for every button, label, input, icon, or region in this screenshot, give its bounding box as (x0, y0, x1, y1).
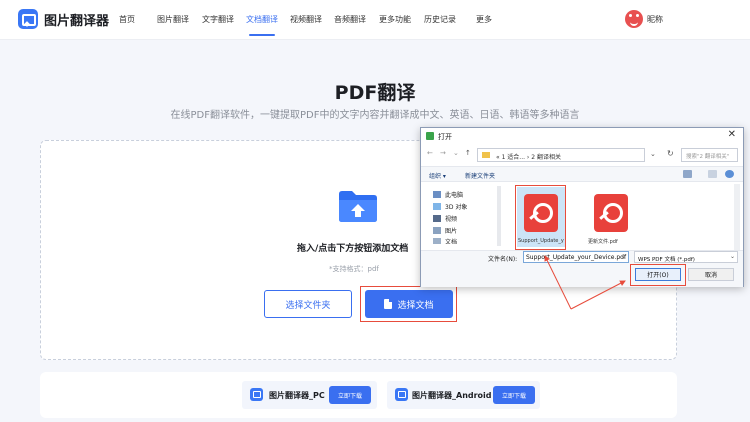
nav-item-doc-translate[interactable]: 文档翻译 (246, 14, 278, 25)
document-icon (433, 238, 441, 244)
view-options-icon[interactable] (683, 170, 692, 178)
nav-item-text-translate[interactable]: 文字翻译 (202, 14, 234, 25)
address-path: « 1 适合... › 2 翻译相关 (496, 154, 561, 161)
download-pc-button[interactable]: 立即下载 (329, 386, 371, 404)
page-title: PDF翻译 (334, 82, 416, 104)
sidebar-item-this-pc[interactable]: 此电脑 (433, 190, 463, 199)
address-bar[interactable]: « 1 适合... › 2 翻译相关 (477, 148, 645, 162)
address-row: ← → ⌄ ↑ « 1 适合... › 2 翻译相关 ⌄ ↻ 搜索"2 翻译相关… (421, 146, 743, 164)
filetype-dropdown-icon[interactable]: ⌄ (730, 253, 735, 260)
filename-dropdown-icon[interactable]: ⌄ (621, 253, 626, 260)
file-name-label[interactable]: 更新文件.pdf (588, 238, 634, 245)
dialog-titlebar[interactable]: 打开 ✕ (421, 128, 743, 145)
nav-item-more-features[interactable]: 更多功能 (379, 14, 411, 25)
download-app-name: 图片翻译器_PC (269, 391, 325, 400)
close-icon[interactable]: ✕ (728, 129, 736, 140)
format-hint: *支持格式：pdf (329, 265, 379, 273)
dialog-title: 打开 (438, 133, 452, 141)
dialog-app-icon (426, 132, 434, 140)
highlight-open-button (630, 264, 686, 286)
nav-item-history[interactable]: 历史记录 (424, 14, 456, 25)
active-tab-indicator (249, 34, 275, 36)
download-card-pc: 图片翻译器_PC 立即下载 (242, 381, 377, 409)
chevron-down-icon[interactable]: ⌄ (453, 149, 459, 157)
sidebar-item-label: 文档 (445, 238, 458, 245)
navigation-pane: 此电脑 3D 对象 视频 图片 文档 (429, 186, 503, 248)
video-icon (433, 215, 441, 222)
filetype-select[interactable]: WPS PDF 文档 (*.pdf) (634, 251, 738, 263)
folder-icon (482, 152, 490, 158)
filename-input[interactable]: Support_Update_your_Device.pdf (523, 251, 629, 263)
folder-upload-icon (339, 191, 377, 222)
filename-label: 文件名(N): (488, 256, 518, 263)
navigation-scrollbar[interactable] (497, 186, 501, 246)
pdf-file-icon[interactable] (594, 194, 628, 232)
logo-text: 图片翻译器 (44, 13, 110, 29)
file-open-dialog: 打开 ✕ ← → ⌄ ↑ « 1 适合... › 2 翻译相关 ⌄ ↻ 搜索"2… (420, 127, 744, 287)
new-folder-button[interactable]: 新建文件夹 (465, 171, 495, 180)
nav-item-home[interactable]: 首页 (119, 14, 135, 25)
picture-icon (433, 227, 441, 234)
page-subtitle: 在线PDF翻译软件，一键提取PDF中的文字内容并翻译成中文、英语、日语、韩语等多… (170, 110, 580, 121)
download-card-android: 图片翻译器_Android 立即下载 (387, 381, 540, 409)
sidebar-item-videos[interactable]: 视频 (433, 214, 457, 223)
back-arrow-icon[interactable]: ← (427, 149, 433, 157)
avatar[interactable] (625, 10, 643, 28)
organize-menu[interactable]: 组织 ▾ (429, 171, 446, 180)
sidebar-item-pictures[interactable]: 图片 (433, 226, 457, 235)
nav-item-audio-translate[interactable]: 音频翻译 (334, 14, 366, 25)
app-logo-icon (250, 388, 263, 401)
help-icon[interactable] (725, 170, 734, 178)
top-nav: 图片翻译器 首页 图片翻译 文字翻译 文档翻译 视频翻译 音频翻译 更多功能 历… (0, 0, 750, 40)
address-dropdown-icon[interactable]: ⌄ (650, 150, 656, 158)
cube-icon (433, 203, 441, 210)
sidebar-item-label: 3D 对象 (445, 204, 468, 211)
up-arrow-icon[interactable]: ↑ (465, 149, 471, 157)
nav-item-more[interactable]: 更多 (476, 14, 492, 25)
sidebar-item-3d-objects[interactable]: 3D 对象 (433, 202, 467, 211)
cancel-button[interactable]: 取消 (688, 268, 734, 281)
computer-icon (433, 191, 441, 198)
search-input[interactable]: 搜索"2 翻译相关" (681, 148, 738, 162)
file-list-scrollbar[interactable] (734, 184, 740, 250)
logo[interactable]: 图片翻译器 (18, 9, 109, 29)
logo-icon (18, 9, 38, 29)
highlight-selected-file (515, 185, 566, 250)
select-folder-button[interactable]: 选择文件夹 (264, 290, 352, 318)
dialog-toolbar: 组织 ▾ 新建文件夹 (421, 166, 743, 182)
refresh-icon[interactable]: ↻ (667, 149, 674, 158)
app-logo-icon (395, 388, 408, 401)
forward-arrow-icon[interactable]: → (440, 149, 446, 157)
download-android-button[interactable]: 立即下载 (493, 386, 535, 404)
preview-pane-icon[interactable] (708, 170, 717, 178)
nav-item-image-translate[interactable]: 图片翻译 (157, 14, 189, 25)
sidebar-item-label: 图片 (445, 228, 458, 235)
user-nickname[interactable]: 昵称 (647, 14, 663, 25)
download-app-name: 图片翻译器_Android (412, 391, 492, 400)
nav-item-video-translate[interactable]: 视频翻译 (290, 14, 322, 25)
highlight-select-document (360, 286, 457, 322)
sidebar-item-label: 此电脑 (445, 192, 464, 199)
drop-hint: 拖入/点击下方按钮添加文档 (297, 244, 409, 254)
sidebar-item-documents[interactable]: 文档 (433, 238, 457, 244)
sidebar-item-label: 视频 (445, 216, 458, 223)
